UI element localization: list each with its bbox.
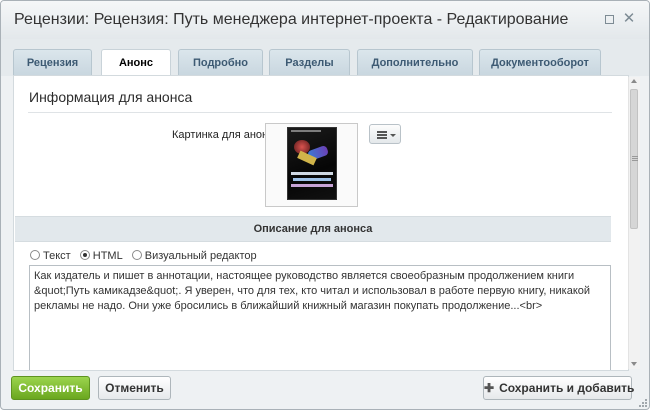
maximize-icon[interactable] xyxy=(602,12,616,26)
menu-icon xyxy=(377,131,387,133)
tab-review[interactable]: Рецензия xyxy=(13,49,92,76)
save-and-add-button[interactable]: ✚ Сохранить и добавить xyxy=(483,376,635,400)
title-bar[interactable]: Рецензии: Рецензия: Путь менеджера интер… xyxy=(1,1,649,40)
scroll-down-icon[interactable] xyxy=(631,362,637,366)
section-title: Информация для анонса xyxy=(29,89,193,105)
chevron-down-icon xyxy=(390,134,396,137)
tab-sections[interactable]: Разделы xyxy=(269,49,350,76)
scroll-up-icon[interactable] xyxy=(631,79,637,83)
window-title: Рецензии: Рецензия: Путь менеджера интер… xyxy=(14,11,569,28)
resize-handle[interactable] xyxy=(639,399,647,407)
edit-dialog: Рецензии: Рецензия: Путь менеджера интер… xyxy=(0,0,650,410)
book-cover-image xyxy=(287,127,337,200)
tab-bar: Рецензия Анонс Подробно Разделы Дополнит… xyxy=(1,39,649,77)
tab-content-panel: Информация для анонса Картинка для анонс… xyxy=(13,75,629,371)
image-menu-button[interactable] xyxy=(369,124,401,144)
section-divider xyxy=(28,112,612,113)
image-preview[interactable] xyxy=(265,123,358,207)
radio-button-checked[interactable] xyxy=(79,250,90,260)
tab-announcement[interactable]: Анонс xyxy=(101,49,171,77)
vertical-scrollbar[interactable] xyxy=(628,77,640,369)
scroll-thumb[interactable] xyxy=(630,89,638,229)
radio-text[interactable]: Текст xyxy=(30,250,71,262)
tab-details[interactable]: Подробно xyxy=(178,49,263,76)
radio-html[interactable]: HTML xyxy=(79,250,123,262)
radio-visual-editor[interactable]: Визуальный редактор xyxy=(131,250,257,262)
plus-icon: ✚ xyxy=(484,381,495,395)
save-button[interactable]: Сохранить xyxy=(11,376,90,400)
cancel-button[interactable]: Отменить xyxy=(98,376,171,400)
close-icon[interactable]: ✕ xyxy=(622,11,636,26)
tab-document-flow[interactable]: Документооборот xyxy=(479,49,601,76)
tab-additional[interactable]: Дополнительно xyxy=(357,49,473,76)
radio-label: Текст xyxy=(43,250,71,262)
radio-button[interactable] xyxy=(30,250,40,260)
format-radio-group: Текст HTML Визуальный редактор xyxy=(30,250,263,262)
save-and-add-label: Сохранить и добавить xyxy=(499,381,635,395)
description-header: Описание для анонса xyxy=(15,216,611,242)
radio-button[interactable] xyxy=(131,250,142,260)
radio-label: HTML xyxy=(92,250,123,262)
description-textarea[interactable]: Как издатель и пишет в аннотации, настоя… xyxy=(29,265,611,370)
radio-label: Визуальный редактор xyxy=(144,250,257,262)
